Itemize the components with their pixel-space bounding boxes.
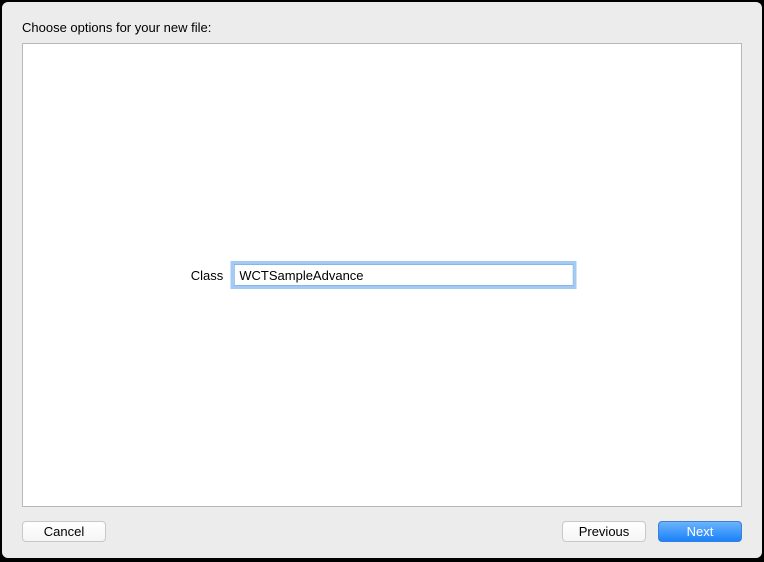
next-button[interactable]: Next <box>658 521 742 542</box>
class-input-wrapper <box>233 264 573 286</box>
cancel-button[interactable]: Cancel <box>22 521 106 542</box>
button-group-right: Previous Next <box>562 521 742 542</box>
dialog-window: Choose options for your new file: Class … <box>2 2 762 558</box>
class-input[interactable] <box>233 264 573 286</box>
class-form-row: Class <box>191 264 574 286</box>
button-bar: Cancel Previous Next <box>22 521 742 542</box>
content-panel: Class <box>22 43 742 507</box>
class-label: Class <box>191 268 224 283</box>
dialog-heading: Choose options for your new file: <box>22 20 742 35</box>
previous-button[interactable]: Previous <box>562 521 646 542</box>
